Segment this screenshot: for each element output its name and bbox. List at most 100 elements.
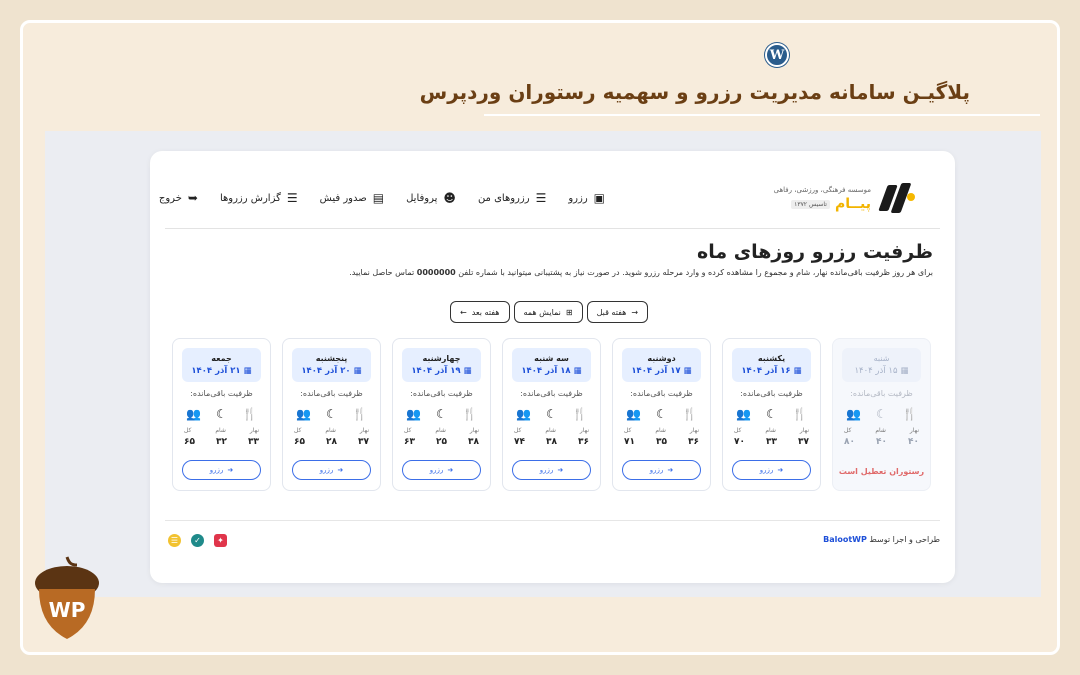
day-card: شنبه ▦ ۱۵ آذر ۱۴۰۴ ظرفیت باقی‌مانده: 🍴 ☾ 👥 نهار… xyxy=(832,338,931,491)
lunch-label: نهار xyxy=(799,427,809,434)
reserve-label: رزرو xyxy=(649,466,664,474)
moon-icon: ☾ xyxy=(216,407,227,421)
capacity-label: ظرفیت باقی‌مانده: xyxy=(740,389,803,398)
meal-values: ۳۷ ۳۳ ۷۰ xyxy=(732,437,811,447)
users-icon: 👥 xyxy=(626,407,641,421)
nav-item-0[interactable]: ▣ رزرو xyxy=(568,191,605,205)
dinner-value: ۲۸ xyxy=(326,437,337,447)
meal-values: ۳۷ ۲۸ ۶۵ xyxy=(292,437,371,447)
meal-labels: نهار شام کل xyxy=(402,427,481,434)
capacity-label: ظرفیت باقی‌مانده: xyxy=(300,389,363,398)
nav-item-4[interactable]: ☰ گزارش رزروها xyxy=(220,191,298,205)
total-value: ۸۰ xyxy=(844,437,855,447)
sign-in-icon: ➜ xyxy=(337,466,344,474)
total-value: ۷۴ xyxy=(514,437,525,447)
dinner-label: شام xyxy=(435,427,446,434)
meal-icons: 🍴 ☾ 👥 xyxy=(842,407,921,421)
meal-icons: 🍴 ☾ 👥 xyxy=(292,407,371,421)
utensils-icon: 🍴 xyxy=(792,407,807,421)
reserve-button[interactable]: ➜ رزرو xyxy=(402,460,481,480)
day-header: یکشنبه ▦ ۱۶ آذر ۱۴۰۴ xyxy=(732,348,811,382)
day-date: ▦ ۱۵ آذر ۱۴۰۴ xyxy=(854,366,908,376)
users-icon: 👥 xyxy=(296,407,311,421)
header-divider xyxy=(165,228,940,229)
app-card: موسسه فرهنگی، ورزشی، رفاهی پیــام تاسیس … xyxy=(150,151,955,583)
total-label: کل xyxy=(624,427,632,434)
page-description: برای هر روز ظرفیت باقی‌مانده نهار، شام و… xyxy=(349,268,933,277)
enamad-badge-icon[interactable]: ✓ xyxy=(191,534,204,547)
meal-icons: 🍴 ☾ 👥 xyxy=(622,407,701,421)
page-title: ظرفیت رزرو روزهای ماه xyxy=(696,241,933,263)
nav-item-2[interactable]: ☻ پروفایل xyxy=(406,191,456,205)
reserve-button[interactable]: ➜ رزرو xyxy=(732,460,811,480)
zarinpal-badge-icon[interactable]: ☰ xyxy=(168,534,181,547)
reserve-button[interactable]: ➜ رزرو xyxy=(182,460,261,480)
arrow-right-icon: → xyxy=(631,307,639,317)
promo-headline: پلاگیـن سامانه مدیریت رزرو و سهمیه رستور… xyxy=(419,80,970,104)
closed-message: رستوران تعطیل است xyxy=(838,467,925,476)
lunch-label: نهار xyxy=(579,427,589,434)
moon-icon: ☾ xyxy=(876,407,887,421)
credit-brand-link[interactable]: BalootWP xyxy=(823,535,867,544)
dinner-label: شام xyxy=(765,427,776,434)
nav-item-3[interactable]: ▤ صدور فیش xyxy=(320,191,384,205)
meal-values: ۳۸ ۲۵ ۶۳ xyxy=(402,437,481,447)
nav-item-5[interactable]: ➥ خروج xyxy=(159,191,198,205)
total-value: ۶۵ xyxy=(294,437,305,447)
day-name: دوشنبه xyxy=(647,354,676,363)
sign-in-icon: ➜ xyxy=(227,466,234,474)
meal-values: ۳۳ ۳۲ ۶۵ xyxy=(182,437,261,447)
total-value: ۷۱ xyxy=(624,437,635,447)
calendar-icon: ▦ xyxy=(573,366,582,376)
samandehi-badge-icon[interactable]: ✦ xyxy=(214,534,227,547)
day-card: جمعه ▦ ۲۱ آذر ۱۴۰۴ ظرفیت باقی‌مانده: 🍴 ☾ 👥 نهار… xyxy=(172,338,271,491)
prev-week-button[interactable]: → هفته قبل xyxy=(586,301,649,323)
day-name: جمعه xyxy=(211,354,232,363)
users-icon: 👥 xyxy=(736,407,751,421)
capacity-label: ظرفیت باقی‌مانده: xyxy=(850,389,913,398)
show-all-button[interactable]: ⊞ نمایش همه xyxy=(513,301,583,323)
users-icon: 👥 xyxy=(186,407,201,421)
reserve-label: رزرو xyxy=(539,466,554,474)
corner-logo-text: WP xyxy=(49,598,86,622)
users-icon: 👥 xyxy=(516,407,531,421)
calendar-icon: ▦ xyxy=(793,366,802,376)
total-label: کل xyxy=(514,427,522,434)
desc-before: برای هر روز ظرفیت باقی‌مانده نهار، شام و… xyxy=(458,268,933,277)
next-week-button[interactable]: هفته بعد ← xyxy=(450,301,510,323)
reserve-button[interactable]: ➜ رزرو xyxy=(292,460,371,480)
day-date: ▦ ۱۸ آذر ۱۴۰۴ xyxy=(521,366,581,376)
lunch-value: ۳۸ xyxy=(468,437,479,447)
capacity-label: ظرفیت باقی‌مانده: xyxy=(410,389,473,398)
headline-divider xyxy=(484,114,1040,116)
reserve-button[interactable]: ➜ رزرو xyxy=(512,460,591,480)
nav-item-1[interactable]: ☰ رزروهای من xyxy=(478,191,546,205)
footer-divider xyxy=(165,520,940,521)
nav-item-label: خروج xyxy=(158,192,182,204)
meal-labels: نهار شام کل xyxy=(182,427,261,434)
day-date: ▦ ۱۹ آذر ۱۴۰۴ xyxy=(411,366,471,376)
day-name: یکشنبه xyxy=(757,354,786,363)
users-icon: 👥 xyxy=(406,407,421,421)
grid-icon: ⊞ xyxy=(565,307,573,317)
day-header: جمعه ▦ ۲۱ آذر ۱۴۰۴ xyxy=(182,348,261,382)
utensils-icon: 🍴 xyxy=(462,407,477,421)
support-phone: 0000000 xyxy=(416,268,456,277)
day-date-text: ۱۵ آذر ۱۴۰۴ xyxy=(854,366,898,376)
nav-item-label: رزروهای من xyxy=(477,192,530,204)
acorn-wp-logo-icon: WP xyxy=(35,556,99,639)
next-week-label: هفته بعد xyxy=(471,307,500,317)
credit-prefix: طراحی و اجرا توسط xyxy=(869,535,940,544)
day-cards: شنبه ▦ ۱۵ آذر ۱۴۰۴ ظرفیت باقی‌مانده: 🍴 ☾ 👥 نهار… xyxy=(172,338,931,491)
capacity-label: ظرفیت باقی‌مانده: xyxy=(190,389,253,398)
brand-subtitle: موسسه فرهنگی، ورزشی، رفاهی xyxy=(773,186,871,194)
lunch-value: ۳۶ xyxy=(578,437,589,447)
nav-item-label: رزرو xyxy=(568,192,588,204)
reserve-button[interactable]: ➜ رزرو xyxy=(622,460,701,480)
dinner-value: ۲۵ xyxy=(436,437,447,447)
day-card: یکشنبه ▦ ۱۶ آذر ۱۴۰۴ ظرفیت باقی‌مانده: 🍴 ☾ 👥 نه… xyxy=(722,338,821,491)
brand-logo[interactable]: موسسه فرهنگی، ورزشی، رفاهی پیــام تاسیس … xyxy=(774,179,919,219)
users-icon: 👥 xyxy=(846,407,861,421)
dinner-label: شام xyxy=(655,427,666,434)
meal-labels: نهار شام کل xyxy=(622,427,701,434)
